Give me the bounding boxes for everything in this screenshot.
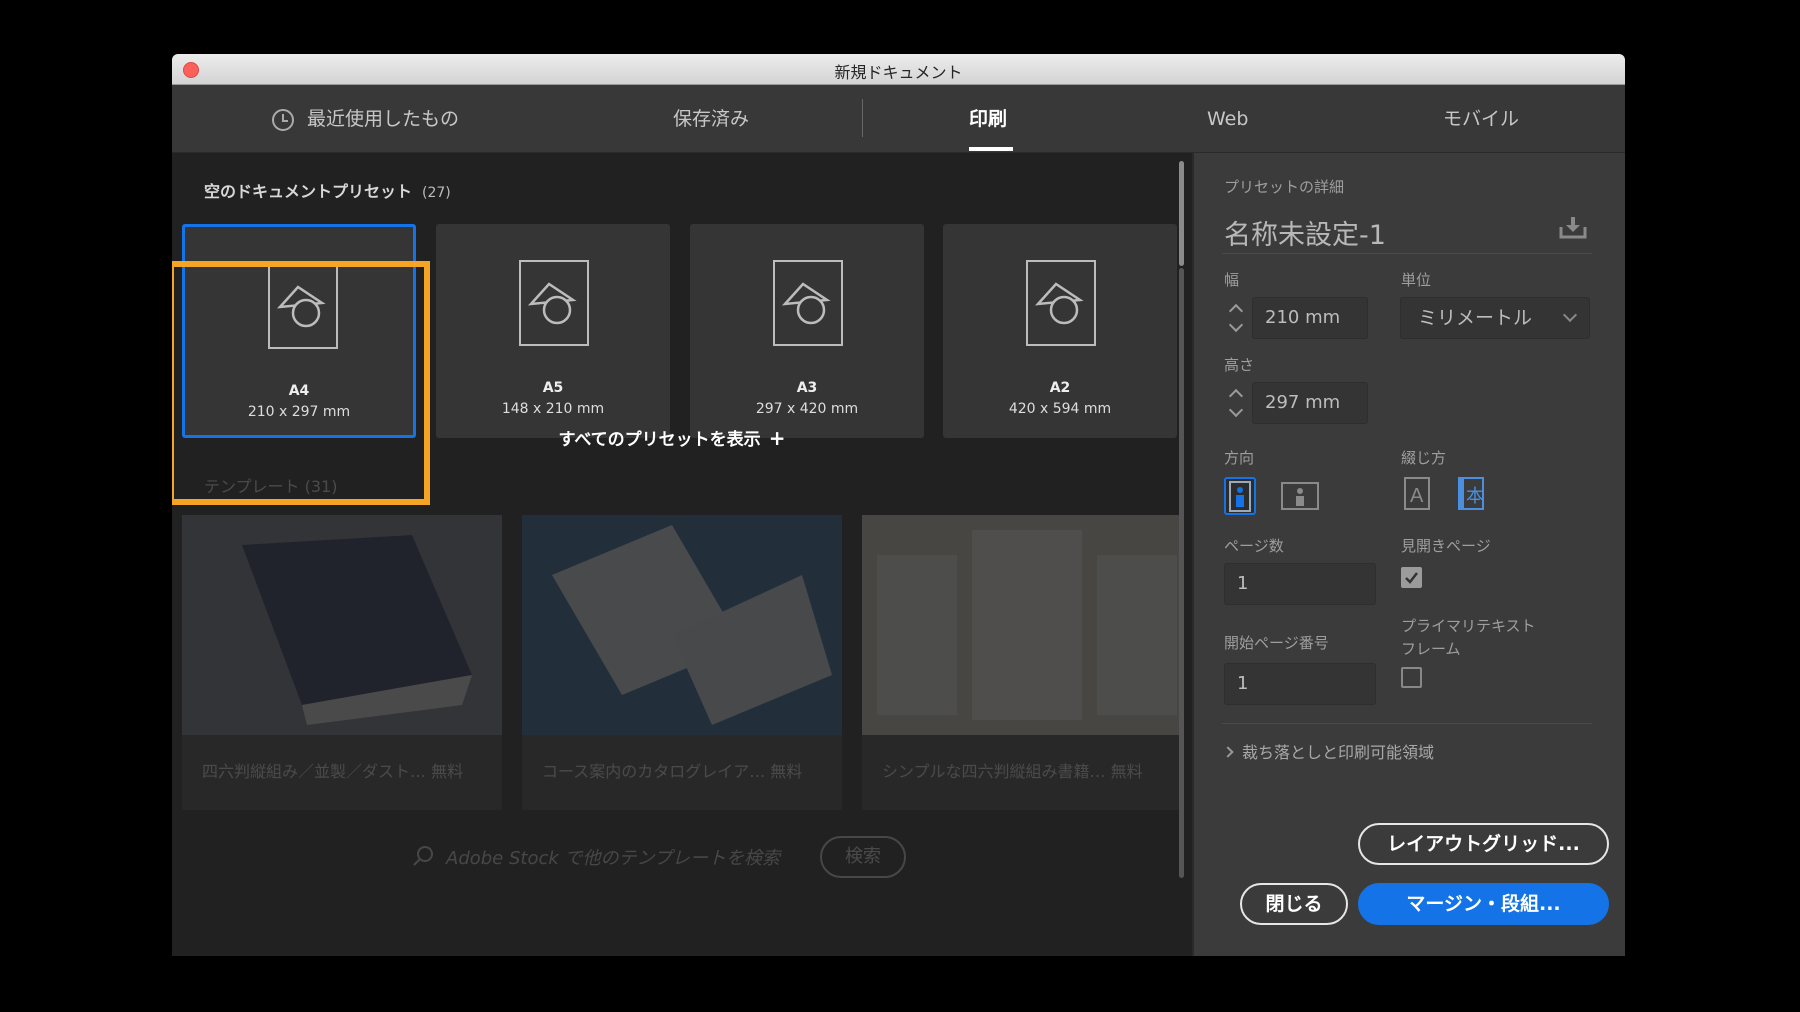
svg-text:本: 本 <box>1466 486 1484 507</box>
tab-mobile[interactable]: モバイル <box>1443 85 1519 153</box>
width-stepper[interactable] <box>1224 297 1248 339</box>
preset-name: A5 <box>542 380 564 396</box>
chevron-down-icon <box>1562 307 1578 323</box>
template-caption: シンプルな四六判縦組み書籍… 無料 <box>882 762 1143 781</box>
template-thumbnail <box>522 515 842 735</box>
margins-columns-button[interactable]: マージン・段組... <box>1358 883 1609 925</box>
selection-highlight <box>172 261 430 505</box>
active-tab-indicator <box>969 147 1013 151</box>
plus-icon: + <box>768 426 786 450</box>
chevron-right-icon <box>1222 746 1234 758</box>
binding-label: 綴じ方 <box>1401 449 1447 467</box>
width-input[interactable]: 210 mm <box>1252 297 1368 339</box>
search-button[interactable]: 検索 <box>820 836 906 878</box>
template-thumbnail <box>862 515 1182 735</box>
details-header: プリセットの詳細 <box>1224 178 1345 196</box>
height-label: 高さ <box>1224 356 1255 374</box>
tab-recent[interactable]: 最近使用したもの <box>307 85 459 153</box>
orientation-label: 方向 <box>1224 449 1255 467</box>
clock-icon <box>272 109 294 131</box>
tab-web[interactable]: Web <box>1207 85 1248 153</box>
preset-size: 148 x 210 mm <box>501 401 605 417</box>
checkmark-icon <box>1405 572 1418 584</box>
width-label: 幅 <box>1224 271 1240 289</box>
preset-size: 420 x 594 mm <box>1008 401 1112 417</box>
portrait-orientation-button[interactable] <box>1224 477 1256 515</box>
preset-a2[interactable]: A2 420 x 594 mm <box>943 224 1177 438</box>
scrollbar-track[interactable] <box>1179 268 1184 878</box>
stock-search-bar: Adobe Stock で他のテンプレートを検索 検索 <box>412 836 972 878</box>
new-document-dialog: 新規ドキュメント 最近使用したもの 保存済み 印刷 Web モバイル 空のドキュ… <box>172 54 1625 956</box>
template-caption: 四六判縦組み／並製／ダスト… 無料 <box>202 762 464 781</box>
divider <box>1222 723 1592 724</box>
pages-label: ページ数 <box>1224 537 1284 555</box>
template-caption: コース案内のカタログレイア… 無料 <box>542 762 803 781</box>
template-card[interactable]: シンプルな四六判縦組み書籍… 無料 <box>862 515 1182 810</box>
unit-label: 単位 <box>1401 271 1432 289</box>
stock-search-text[interactable]: Adobe Stock で他のテンプレートを検索 <box>446 844 780 870</box>
template-card[interactable]: コース案内のカタログレイア… 無料 <box>522 515 842 810</box>
preset-details-panel: プリセットの詳細 名称未設定-1 幅 210 mm 単位 ミリメートル 高さ 2… <box>1192 153 1625 956</box>
tab-divider <box>862 99 863 137</box>
template-thumbnail <box>182 515 502 735</box>
binding-left-button[interactable]: A <box>1401 475 1433 513</box>
primary-text-frame-label-line1: プライマリテキスト <box>1401 617 1536 635</box>
start-page-label: 開始ページ番号 <box>1224 634 1329 652</box>
preset-size: 297 x 420 mm <box>755 401 859 417</box>
unit-select[interactable]: ミリメートル <box>1400 297 1590 339</box>
preset-name: A3 <box>796 380 818 396</box>
binding-right-icon: 本 <box>1458 477 1484 510</box>
scrollbar-thumb[interactable] <box>1179 161 1184 266</box>
template-card[interactable]: 四六判縦組み／並製／ダスト… 無料 <box>182 515 502 810</box>
facing-pages-label: 見開きページ <box>1401 537 1491 555</box>
height-stepper[interactable] <box>1224 382 1248 424</box>
preset-name: A2 <box>1049 380 1071 396</box>
facing-pages-checkbox[interactable] <box>1401 567 1422 588</box>
templates-section: テンプレート (31) 四六判縦組み／並製／ダスト… 無料 コース案内のカタログ… <box>172 453 1192 933</box>
document-name-field[interactable]: 名称未設定-1 <box>1224 213 1386 252</box>
primary-text-frame-checkbox[interactable] <box>1401 667 1422 688</box>
search-icon <box>413 846 433 866</box>
close-button[interactable]: 閉じる <box>1240 883 1348 925</box>
save-preset-icon[interactable] <box>1557 215 1589 241</box>
document-icon <box>1026 260 1096 346</box>
landscape-icon <box>1281 482 1319 510</box>
document-icon <box>773 260 843 346</box>
svg-text:A: A <box>1410 485 1424 507</box>
preset-a5[interactable]: A5 148 x 210 mm <box>436 224 670 438</box>
pages-input[interactable]: 1 <box>1224 563 1376 605</box>
category-tabs: 最近使用したもの 保存済み 印刷 Web モバイル <box>172 85 1625 153</box>
layout-grid-button[interactable]: レイアウトグリッド... <box>1358 823 1609 865</box>
title-bar: 新規ドキュメント <box>172 54 1625 85</box>
presets-section-title: 空のドキュメントプリセット (27) <box>204 182 451 201</box>
name-underline <box>1222 253 1592 254</box>
window-title: 新規ドキュメント <box>834 63 963 82</box>
portrait-icon <box>1229 481 1251 512</box>
start-page-input[interactable]: 1 <box>1224 663 1376 705</box>
document-icon <box>519 260 589 346</box>
landscape-orientation-button[interactable] <box>1280 479 1320 517</box>
primary-text-frame-label-line2: フレーム <box>1401 640 1461 658</box>
preset-a3[interactable]: A3 297 x 420 mm <box>690 224 924 438</box>
binding-left-icon: A <box>1404 477 1430 510</box>
binding-right-button[interactable]: 本 <box>1455 475 1487 513</box>
height-input[interactable]: 297 mm <box>1252 382 1368 424</box>
tab-saved[interactable]: 保存済み <box>673 85 749 153</box>
tab-print[interactable]: 印刷 <box>969 85 1007 153</box>
bleed-slug-expander[interactable]: 裁ち落としと印刷可能領域 <box>1222 739 1434 763</box>
